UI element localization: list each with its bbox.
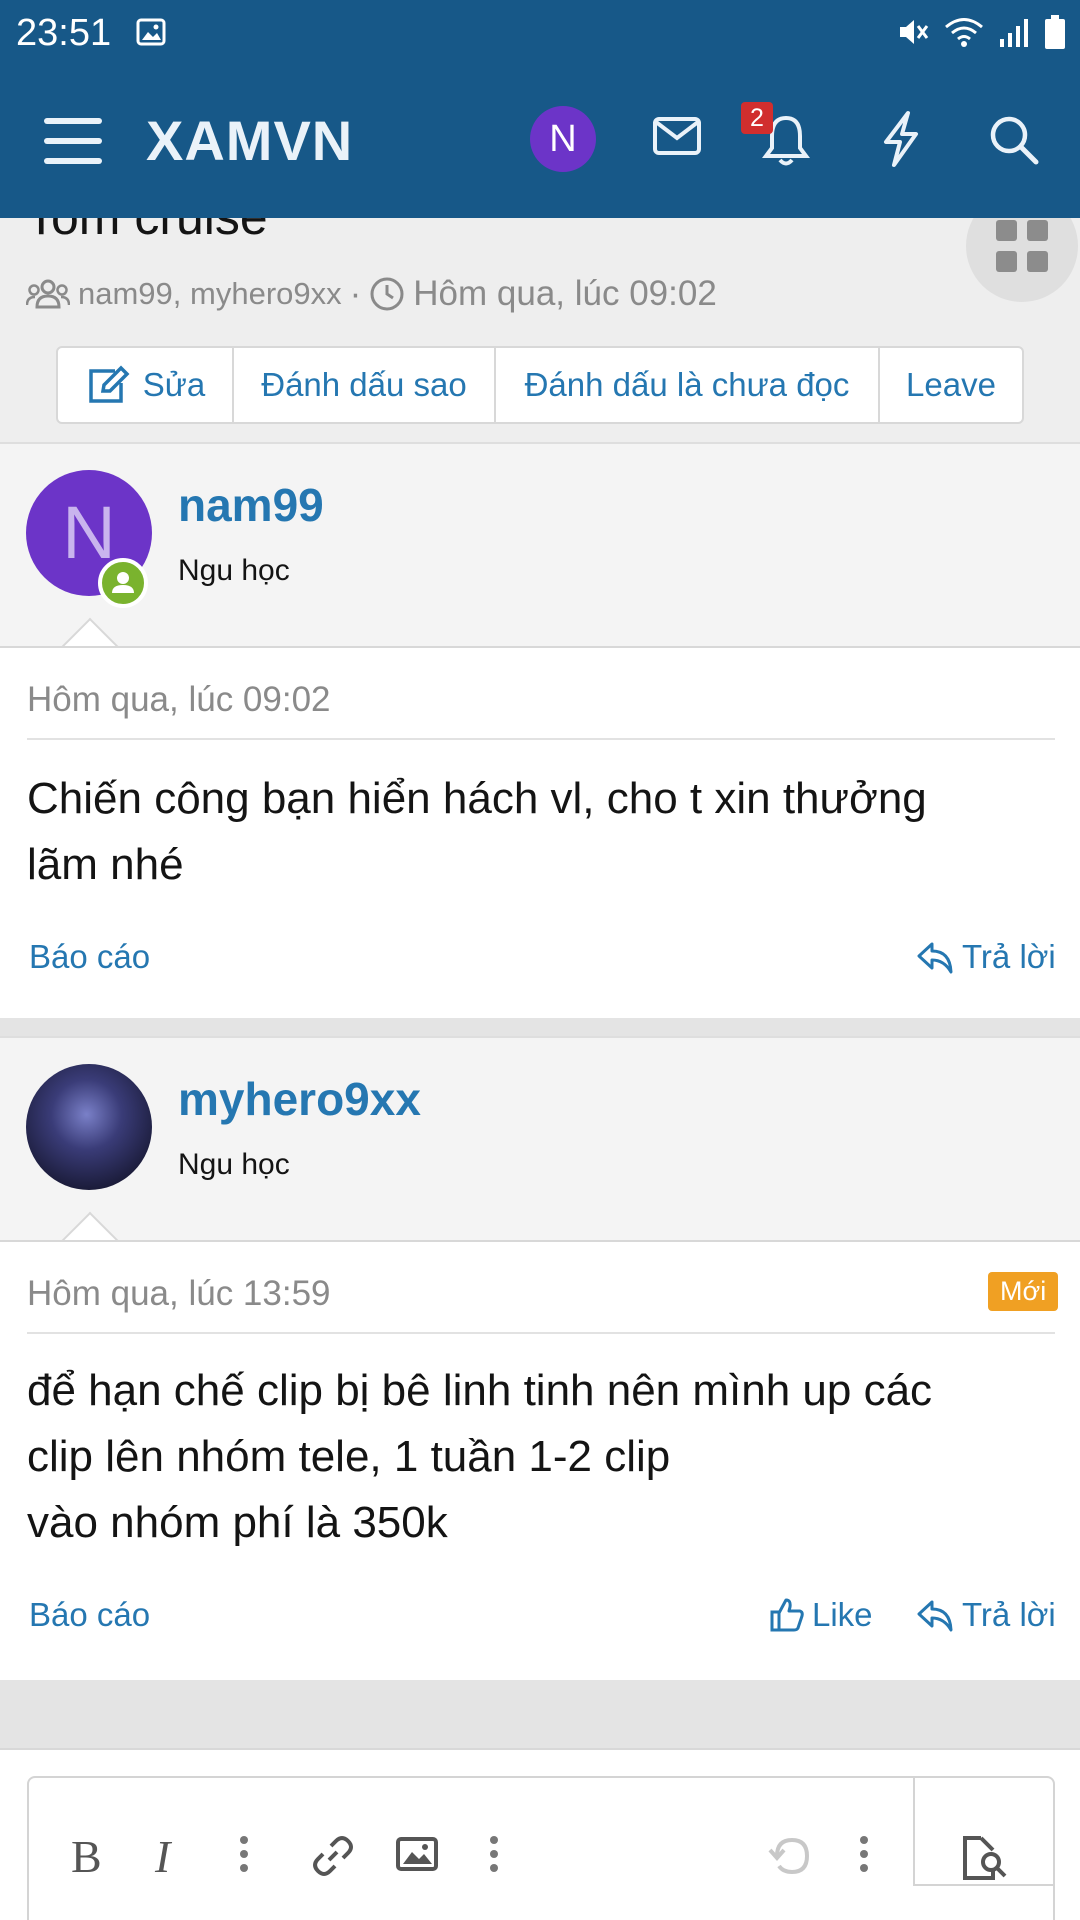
toolbar-separator	[913, 1884, 1055, 1886]
mute-icon	[900, 20, 929, 44]
users-icon	[26, 279, 70, 309]
hamburger-menu-icon[interactable]	[44, 116, 102, 166]
star-label: Đánh dấu sao	[261, 366, 467, 403]
meta-separator: ·	[349, 274, 362, 313]
preview-icon[interactable]	[959, 1834, 1011, 1882]
more-vertical-icon[interactable]	[859, 1834, 869, 1874]
svg-text:I: I	[154, 1834, 173, 1878]
mark-unread-button[interactable]: Đánh dấu là chưa đọc	[496, 348, 880, 422]
report-link[interactable]: Báo cáo	[29, 1596, 150, 1634]
author-name[interactable]: myhero9xx	[178, 1072, 421, 1126]
thread-button-bar: Sửa Đánh dấu sao Đánh dấu là chưa đọc Le…	[56, 346, 1024, 424]
leave-button[interactable]: Leave	[880, 348, 1022, 422]
divider	[27, 1332, 1055, 1334]
image-icon[interactable]	[395, 1834, 439, 1874]
new-badge: Mới	[988, 1272, 1059, 1311]
reply-editor: B I	[27, 1776, 1055, 1920]
thread-date: Hôm qua, lúc 09:02	[413, 274, 717, 313]
mark-unread-label: Đánh dấu là chưa đọc	[524, 366, 850, 403]
report-label: Báo cáo	[29, 938, 151, 975]
post-body: Hôm qua, lúc 09:02 Chiến công bạn hiển h…	[0, 646, 1080, 1018]
signal-icon	[1000, 19, 1028, 47]
search-icon[interactable]	[988, 114, 1040, 166]
bolt-icon[interactable]	[880, 110, 922, 168]
link-icon[interactable]	[311, 1834, 355, 1878]
author-user-title: Ngu học	[178, 554, 290, 587]
reply-label: Trả lời	[962, 938, 1056, 975]
reply-icon	[917, 1600, 953, 1632]
svg-text:B: B	[71, 1834, 102, 1878]
notification-badge: 2	[741, 102, 773, 134]
post-date[interactable]: Hôm qua, lúc 13:59	[27, 1274, 331, 1314]
toolbar-separator	[913, 1778, 915, 1886]
leave-label: Leave	[906, 366, 996, 403]
clock-icon	[370, 277, 404, 311]
thumbs-up-icon	[770, 1598, 804, 1632]
divider	[27, 738, 1055, 740]
bold-icon[interactable]: B	[71, 1834, 105, 1878]
gallery-notification-icon	[136, 18, 166, 46]
post-author-block: myhero9xx Ngu học	[0, 1036, 1080, 1242]
site-logo[interactable]: XAMVN	[146, 108, 353, 173]
user-avatar-button[interactable]: N	[530, 106, 596, 172]
report-label: Báo cáo	[29, 1596, 151, 1633]
italic-icon[interactable]: I	[153, 1834, 183, 1878]
post-text: để hạn chế clip bị bê linh tinh nên mình…	[27, 1366, 933, 1547]
report-link[interactable]: Báo cáo	[29, 938, 150, 976]
more-vertical-icon[interactable]	[239, 1834, 249, 1874]
more-vertical-icon[interactable]	[489, 1834, 499, 1874]
app-bar: XAMVN N 2	[0, 64, 1080, 218]
wifi-icon	[945, 18, 983, 47]
battery-icon	[1045, 15, 1065, 49]
status-bar: 23:51	[0, 0, 1080, 64]
like-button[interactable]: Like	[770, 1596, 873, 1634]
reply-label: Trả lời	[962, 1596, 1056, 1633]
reply-button[interactable]: Trả lời	[916, 938, 1056, 976]
edit-label: Sửa	[142, 366, 206, 403]
post-date[interactable]: Hôm qua, lúc 09:02	[27, 680, 331, 720]
thread-participants[interactable]: nam99, myhero9xx	[78, 276, 342, 312]
post-author-block: N nam99 Ngu học	[0, 442, 1080, 648]
edit-button[interactable]: Sửa	[58, 348, 234, 422]
thread-meta: nam99, myhero9xx · Hôm qua, lúc 09:02	[26, 274, 717, 314]
undo-icon[interactable]	[767, 1834, 813, 1878]
mail-icon[interactable]	[652, 116, 702, 156]
status-icons	[896, 14, 1066, 50]
user-online-icon	[112, 572, 134, 593]
star-button[interactable]: Đánh dấu sao	[234, 348, 496, 422]
online-status-icon	[98, 558, 148, 608]
reply-button[interactable]: Trả lời	[916, 1596, 1056, 1634]
author-avatar-image[interactable]	[26, 1064, 152, 1190]
author-name[interactable]: nam99	[178, 478, 324, 532]
reply-icon	[917, 942, 953, 974]
status-time: 23:51	[16, 12, 112, 54]
post-body: Hôm qua, lúc 13:59 Mới để hạn chế clip b…	[0, 1240, 1080, 1680]
like-label: Like	[812, 1596, 873, 1633]
edit-icon	[89, 365, 130, 403]
author-user-title: Ngu học	[178, 1148, 290, 1181]
post-text: Chiến công bạn hiển hách vl, cho t xin t…	[27, 774, 927, 889]
